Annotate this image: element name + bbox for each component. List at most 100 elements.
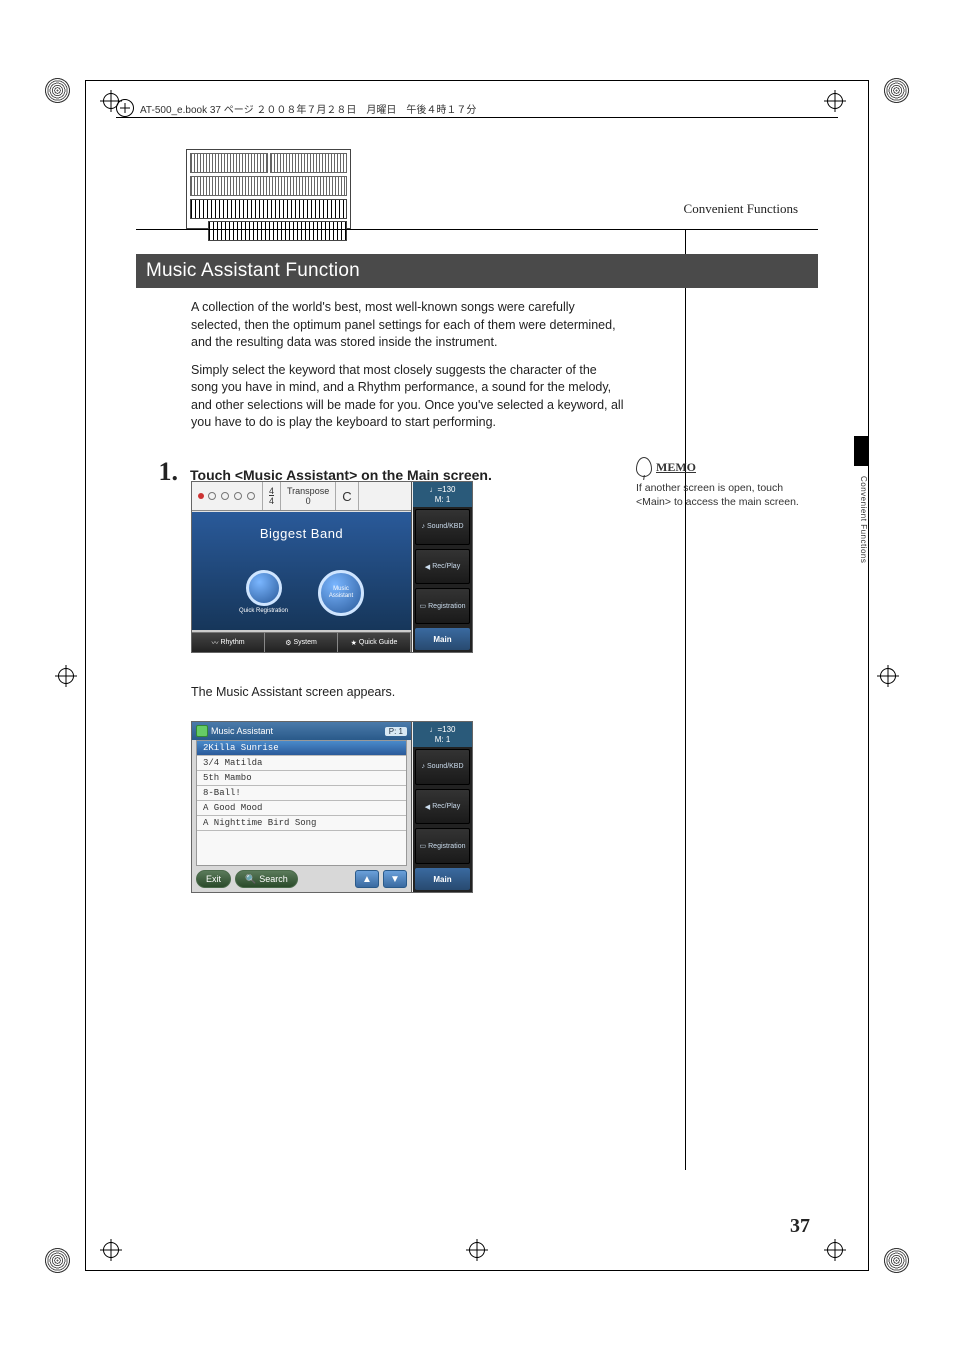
registration-label: Registration	[428, 603, 465, 610]
sound-kbd-button[interactable]: ♪ Sound/KBD	[415, 509, 470, 545]
system-tab[interactable]: ⚙ System	[265, 632, 338, 652]
preset-name: Biggest Band	[260, 526, 343, 541]
memo-body: If another screen is open, touch <Main> …	[636, 481, 806, 509]
music-assistant-button[interactable]: Music Assistant	[318, 570, 364, 616]
quick-registration-button[interactable]	[246, 570, 282, 606]
list-item[interactable]: 5th Mambo	[197, 771, 406, 786]
rhythm-tab[interactable]: 〰 Rhythm	[192, 632, 265, 652]
thumb-index-tab	[854, 436, 868, 466]
memo-heading: MEMO	[636, 457, 696, 477]
ma-title-bar: Music Assistant P: 1	[192, 722, 411, 740]
chevron-down-icon: ▼	[390, 874, 400, 885]
rec-play-button[interactable]: ◀ Rec/Play	[415, 789, 470, 825]
intro-text-block: A collection of the world's best, most w…	[191, 299, 626, 442]
rec-play-label: Rec/Play	[432, 803, 460, 810]
main-screen-center: Biggest Band Quick Registration Music As…	[192, 512, 411, 630]
time-signature: 4	[269, 486, 274, 496]
intro-para-1: A collection of the world's best, most w…	[191, 299, 626, 352]
measure-value: M: 1	[413, 495, 472, 505]
crop-mark-icon	[55, 665, 77, 687]
section-heading: Music Assistant Function	[136, 254, 818, 288]
registration-mark-icon	[884, 1248, 909, 1273]
registration-mark-icon	[45, 1248, 70, 1273]
step-result-text: The Music Assistant screen appears.	[191, 685, 611, 699]
registration-button[interactable]: ▭ Registration	[415, 828, 470, 864]
quick-registration-label: Quick Registration	[239, 608, 288, 614]
book-mark-icon	[116, 99, 134, 117]
side-panel: ♩=130 M: 1 ♪ Sound/KBD ◀ Rec/Play ▭ Regi…	[413, 482, 472, 652]
rec-icon: ◀	[425, 563, 430, 571]
main-button[interactable]: Main	[415, 628, 470, 650]
rec-play-button[interactable]: ◀ Rec/Play	[415, 549, 470, 585]
list-item[interactable]: A Nighttime Bird Song	[197, 816, 406, 831]
side-panel: ♩=130 M: 1 ♪ Sound/KBD ◀ Rec/Play ▭ Regi…	[413, 722, 472, 892]
search-icon: 🔍	[245, 874, 256, 885]
transpose-value: 0	[306, 496, 311, 506]
time-signature-bottom: 4	[269, 496, 274, 506]
list-item[interactable]: 2Killa Sunrise	[197, 741, 406, 756]
tempo-display: ♩=130 M: 1	[413, 482, 472, 507]
system-icon: ⚙	[285, 639, 291, 647]
list-item[interactable]: A Good Mood	[197, 801, 406, 816]
bottom-tabs: 〰 Rhythm ⚙ System ★ Quick Guide	[192, 632, 411, 652]
list-item[interactable]: 8-Ball!	[197, 786, 406, 801]
music-assistant-icon	[196, 725, 208, 737]
sound-kbd-button[interactable]: ♪ Sound/KBD	[415, 749, 470, 785]
system-tab-label: System	[293, 639, 316, 646]
music-assistant-screenshot: Music Assistant P: 1 2Killa Sunrise 3/4 …	[191, 721, 473, 893]
main-button-label: Main	[433, 635, 451, 644]
main-screen-screenshot: 4 4 Transpose 0 C Biggest Band Quick Reg…	[191, 481, 473, 653]
sound-kbd-label: Sound/KBD	[427, 523, 464, 530]
registration-icon: ▭	[420, 602, 427, 610]
main-button[interactable]: Main	[415, 868, 470, 890]
memo-heading-text: MEMO	[656, 459, 696, 475]
exit-button[interactable]: Exit	[196, 870, 231, 888]
memo-note: MEMO If another screen is open, touch <M…	[636, 457, 806, 510]
rec-icon: ◀	[425, 803, 430, 811]
record-indicator-icon	[198, 493, 204, 499]
page-badge: P: 1	[385, 727, 407, 736]
ma-list: 2Killa Sunrise 3/4 Matilda 5th Mambo 8-B…	[196, 740, 407, 866]
column-divider	[685, 230, 686, 1170]
registration-label: Registration	[428, 843, 465, 850]
crop-mark-icon	[877, 665, 899, 687]
rec-play-label: Rec/Play	[432, 563, 460, 570]
transpose-label: Transpose	[287, 486, 329, 496]
intro-para-2: Simply select the keyword that most clos…	[191, 362, 626, 432]
thumb-index-label: Convenient Functions	[852, 476, 868, 563]
tempo-display: ♩=130 M: 1	[413, 722, 472, 747]
page-section-title: Convenient Functions	[684, 201, 798, 217]
instrument-panel-illustration	[186, 149, 351, 229]
status-bar: 4 4 Transpose 0 C	[192, 482, 411, 511]
page-number: 37	[790, 1215, 810, 1238]
registration-icon: ▭	[420, 842, 427, 850]
ma-footer: Exit 🔍 Search ▲ ▼	[196, 870, 407, 888]
main-button-label: Main	[433, 875, 451, 884]
registration-button[interactable]: ▭ Registration	[415, 588, 470, 624]
key-value: C	[342, 489, 351, 504]
rhythm-tab-label: Rhythm	[220, 639, 244, 646]
search-label: Search	[259, 874, 288, 884]
quick-guide-tab[interactable]: ★ Quick Guide	[338, 632, 411, 652]
chevron-up-icon: ▲	[362, 874, 372, 885]
sound-kbd-label: Sound/KBD	[427, 763, 464, 770]
list-item[interactable]: 3/4 Matilda	[197, 756, 406, 771]
registration-mark-icon	[45, 78, 70, 103]
step-number: 1.	[136, 457, 178, 487]
quick-guide-icon: ★	[351, 639, 357, 647]
scroll-down-button[interactable]: ▼	[383, 870, 407, 888]
header-rule	[116, 117, 838, 118]
rhythm-icon: 〰	[211, 638, 218, 648]
running-head: AT-500_e.book 37 ページ ２００８年７月２８日 月曜日 午後４時…	[116, 99, 838, 117]
page-frame: AT-500_e.book 37 ページ ２００８年７月２８日 月曜日 午後４時…	[85, 80, 869, 1271]
ma-title: Music Assistant	[211, 726, 273, 736]
sound-icon: ♪	[421, 523, 425, 530]
tempo-value: ♩=130	[413, 725, 472, 735]
tempo-value: ♩=130	[413, 485, 472, 495]
running-head-text: AT-500_e.book 37 ページ ２００８年７月２８日 月曜日 午後４時…	[140, 101, 476, 116]
exit-label: Exit	[206, 874, 221, 884]
scroll-up-button[interactable]: ▲	[355, 870, 379, 888]
sound-icon: ♪	[421, 763, 425, 770]
memo-balloon-icon	[636, 457, 652, 477]
search-button[interactable]: 🔍 Search	[235, 870, 298, 888]
